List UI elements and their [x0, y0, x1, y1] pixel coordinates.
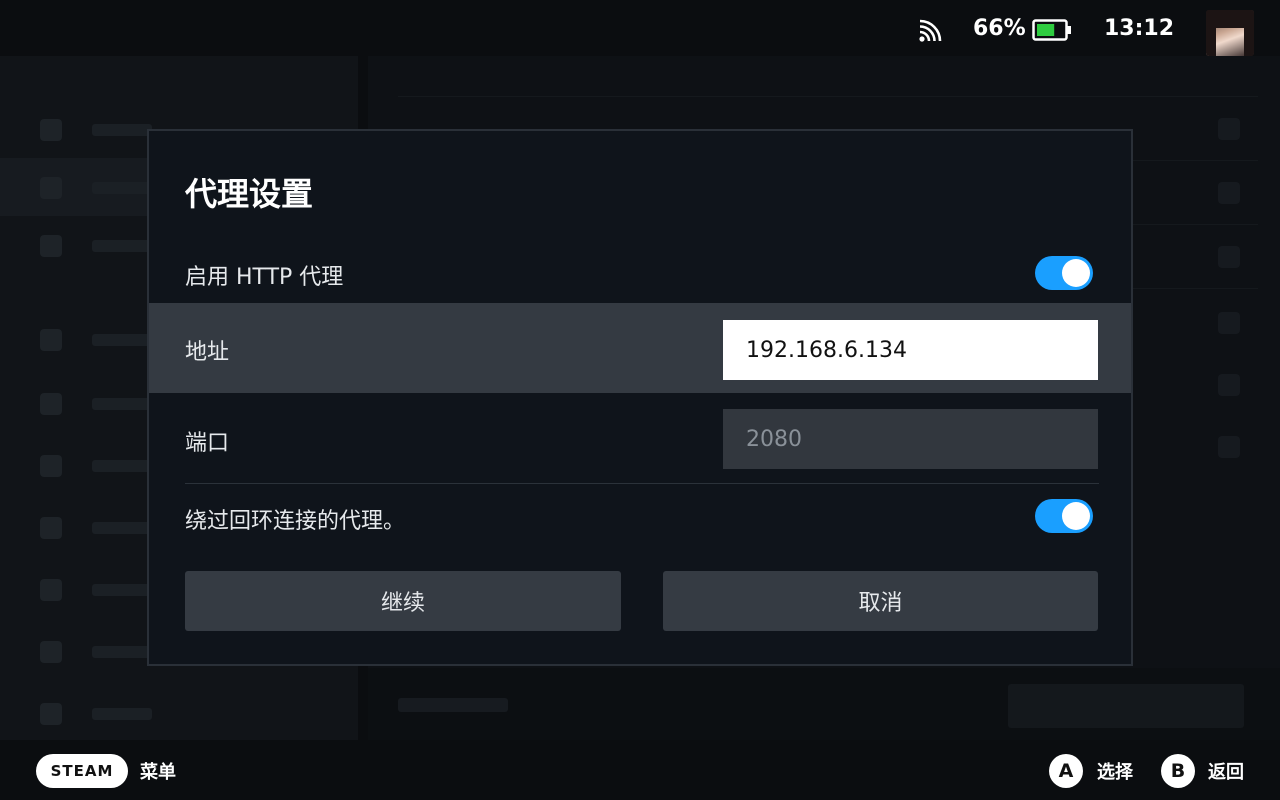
status-bar: 66% 13:12	[0, 0, 1280, 56]
enable-http-proxy-toggle[interactable]	[1035, 256, 1093, 290]
address-input[interactable]	[723, 320, 1098, 380]
port-label: 端口	[185, 431, 230, 456]
background-sidebar-item	[0, 684, 358, 742]
bottom-hint-bar: STEAM 菜单 A 选择 B 返回	[0, 740, 1280, 800]
b-button-icon[interactable]: B	[1161, 754, 1195, 788]
select-label: 选择	[1097, 762, 1133, 783]
battery-percentage: 66%	[973, 16, 1026, 41]
menu-label: 菜单	[140, 762, 176, 783]
proxy-settings-dialog: 代理设置 启用 HTTP 代理 地址 端口 绕过回环连接的代理。 继续 取消	[147, 129, 1133, 666]
a-button-icon[interactable]: A	[1049, 754, 1083, 788]
enable-http-proxy-label: 启用 HTTP 代理	[185, 265, 344, 290]
avatar[interactable]	[1206, 10, 1254, 56]
port-input[interactable]	[723, 409, 1098, 469]
address-row[interactable]: 地址	[149, 303, 1131, 393]
bypass-loopback-toggle[interactable]	[1035, 499, 1093, 533]
back-label: 返回	[1208, 762, 1244, 783]
cancel-button[interactable]: 取消	[663, 571, 1098, 631]
battery-icon	[1032, 19, 1071, 41]
steam-button[interactable]: STEAM	[36, 754, 128, 788]
continue-button[interactable]: 继续	[185, 571, 621, 631]
toggle-knob	[1062, 259, 1090, 287]
clock: 13:12	[1104, 16, 1175, 41]
dialog-title: 代理设置	[185, 175, 314, 213]
background-row	[368, 668, 1280, 740]
bypass-loopback-label: 绕过回环连接的代理。	[185, 509, 406, 534]
wifi-icon	[919, 19, 942, 42]
divider	[185, 483, 1099, 484]
address-label: 地址	[185, 340, 230, 365]
toggle-knob	[1062, 502, 1090, 530]
